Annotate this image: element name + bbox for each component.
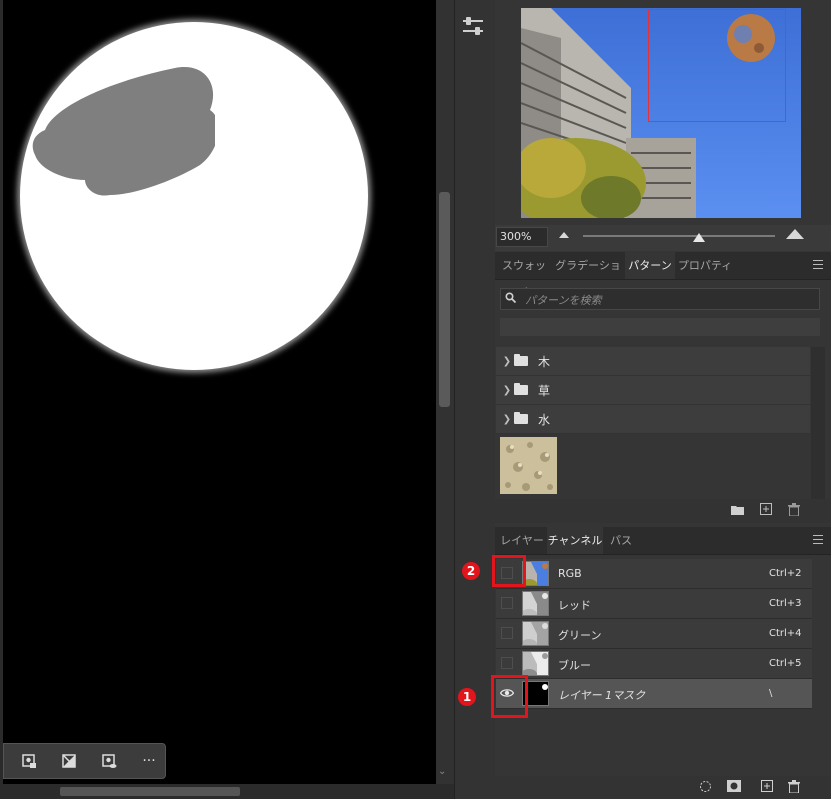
trash-icon[interactable] <box>788 503 800 519</box>
more-options-button[interactable]: ··· <box>138 750 160 772</box>
pattern-folder[interactable]: ❯ 木 <box>496 347 810 376</box>
pattern-recent-bar <box>500 318 820 336</box>
pattern-thumbnail[interactable] <box>500 437 557 494</box>
folder-label: 水 <box>538 412 551 427</box>
pattern-panel-footer <box>495 499 831 523</box>
document-canvas[interactable] <box>3 0 436 784</box>
channel-thumbnail <box>522 561 549 586</box>
tab-layers[interactable]: レイヤー <box>499 527 545 554</box>
pattern-panel-tabs: スウォッチ グラデーション パターン プロパティ <box>495 252 831 299</box>
adjustments-icon[interactable] <box>460 14 486 40</box>
channel-row-green[interactable]: グリーン Ctrl+4 <box>496 619 812 649</box>
panel-tool-strip <box>454 0 496 799</box>
new-channel-icon[interactable] <box>761 780 773 795</box>
annotation-badge-2: 2 <box>462 562 480 580</box>
visibility-toggle[interactable] <box>501 597 513 609</box>
zoom-slider-handle[interactable] <box>693 233 705 242</box>
channel-shortcut: \ <box>769 688 773 699</box>
channel-name: ブルー <box>558 659 591 672</box>
channel-row-blue[interactable]: ブルー Ctrl+5 <box>496 649 812 679</box>
search-icon <box>505 292 517 304</box>
folder-label: 木 <box>538 354 551 369</box>
invert-mask-icon[interactable] <box>58 750 80 772</box>
tab-swatches[interactable]: スウォッチ <box>499 252 549 299</box>
vertical-scroll-thumb[interactable] <box>439 192 450 407</box>
zoom-out-icon[interactable] <box>559 232 569 238</box>
folder-icon <box>514 412 528 424</box>
chevron-right-icon[interactable]: ❯ <box>500 356 514 367</box>
chevron-right-icon[interactable]: ❯ <box>500 385 514 396</box>
contextual-task-bar: ··· <box>3 743 166 779</box>
scroll-down-arrow-icon[interactable]: ⌄ <box>438 766 446 777</box>
save-selection-as-channel-icon[interactable] <box>727 780 741 795</box>
channel-shortcut: Ctrl+3 <box>769 598 802 609</box>
channel-shortcut: Ctrl+2 <box>769 568 802 579</box>
tab-channels[interactable]: チャンネル <box>547 527 603 554</box>
pattern-folder[interactable]: ❯ 水 <box>496 405 810 434</box>
folder-icon <box>514 354 528 366</box>
tab-properties[interactable]: プロパティ <box>677 252 733 279</box>
tab-gradients[interactable]: グラデーション <box>553 252 623 299</box>
tab-paths[interactable]: パス <box>605 527 637 554</box>
channels-panel-tabs: レイヤー チャンネル パス <box>495 527 831 555</box>
select-subject-icon[interactable] <box>18 750 40 772</box>
visibility-toggle[interactable] <box>501 657 513 669</box>
annotation-box-mask-visibility <box>491 675 528 718</box>
channel-shortcut: Ctrl+4 <box>769 628 802 639</box>
visibility-toggle[interactable] <box>501 627 513 639</box>
channel-row-rgb[interactable]: RGB Ctrl+2 <box>496 559 812 589</box>
channel-name: レッド <box>558 599 591 612</box>
load-selection-icon[interactable] <box>699 780 712 796</box>
pattern-list-scrollbar[interactable] <box>811 347 825 499</box>
new-pattern-icon[interactable] <box>760 503 772 518</box>
tab-patterns[interactable]: パターン <box>625 252 675 279</box>
delete-channel-icon[interactable] <box>788 780 800 796</box>
channel-thumbnail <box>522 621 549 646</box>
pattern-search-placeholder: パターンを検索 <box>525 294 602 307</box>
annotation-box-rgb-visibility <box>492 555 526 587</box>
channel-name: RGB <box>558 567 582 580</box>
view-mask-icon[interactable] <box>98 750 120 772</box>
zoom-slider-track[interactable] <box>583 235 775 237</box>
channel-thumbnail <box>522 651 549 676</box>
channel-thumbnail <box>522 591 549 616</box>
panel-menu-icon[interactable] <box>813 535 823 544</box>
annotation-badge-1: 1 <box>458 688 476 706</box>
folder-icon <box>514 383 528 395</box>
horizontal-scroll-thumb[interactable] <box>60 787 240 796</box>
channel-name: レイヤー 1マスク <box>558 689 646 702</box>
chevron-right-icon[interactable]: ❯ <box>500 414 514 425</box>
mask-gray-region <box>32 67 215 196</box>
navigator-view-box[interactable] <box>648 9 786 122</box>
channel-row-red[interactable]: レッド Ctrl+3 <box>496 589 812 619</box>
channel-name: グリーン <box>558 629 602 642</box>
zoom-input[interactable]: 300% <box>496 227 548 247</box>
folder-label: 草 <box>538 383 551 398</box>
pattern-folder[interactable]: ❯ 草 <box>496 376 810 405</box>
channel-shortcut: Ctrl+5 <box>769 658 802 669</box>
zoom-in-icon[interactable] <box>786 229 804 239</box>
channels-panel-footer <box>495 776 831 799</box>
new-folder-icon[interactable] <box>731 504 744 518</box>
channel-row-layer-mask[interactable]: レイヤー 1マスク \ <box>496 679 812 709</box>
panel-menu-icon[interactable] <box>813 260 823 269</box>
